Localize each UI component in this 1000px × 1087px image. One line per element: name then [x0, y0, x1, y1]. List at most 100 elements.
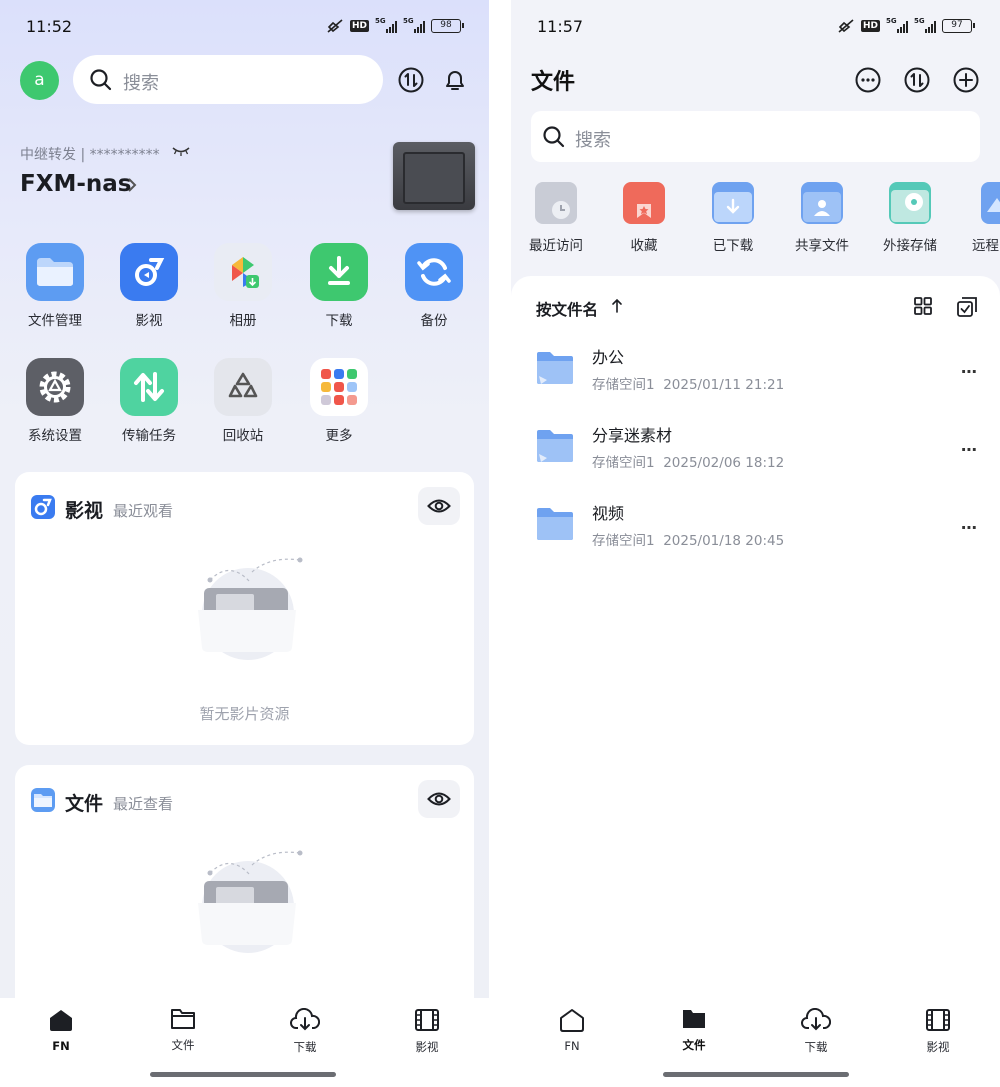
app-photos[interactable]: 相册 — [198, 243, 288, 329]
bell-icon[interactable] — [441, 66, 469, 94]
folder-icon — [537, 352, 573, 384]
recycle-icon — [214, 358, 272, 416]
card-subtitle: 最近查看 — [113, 795, 174, 813]
app-more[interactable]: 更多 — [294, 358, 384, 444]
quick-recent[interactable]: 最近访问 — [516, 182, 596, 254]
card-title: 文件 — [65, 793, 104, 815]
empty-folder-illustration — [198, 850, 303, 953]
tab-files[interactable]: 文件 — [654, 1008, 734, 1053]
tab-media[interactable]: 影视 — [898, 1008, 978, 1055]
eye-icon — [427, 792, 451, 806]
quick-shared[interactable]: 共享文件 — [782, 182, 862, 254]
files-screen: 11:57 HD 5G 5G 97 文件 搜索 最近访问 收藏 已下载 共享文件… — [511, 0, 1000, 1087]
app-file-manager[interactable]: 文件管理 — [10, 243, 100, 329]
tab-fn[interactable]: FN — [21, 1008, 101, 1053]
search-placeholder: 搜索 — [123, 73, 159, 94]
list-item[interactable]: 办公 存储空间1 2025/01/11 21:21 ⋯ — [511, 344, 1000, 422]
search-icon — [543, 126, 565, 148]
film-icon — [31, 495, 55, 519]
remote-icon — [981, 182, 1000, 224]
list-item[interactable]: 分享迷素材 存储空间1 2025/02/06 18:12 ⋯ — [511, 422, 1000, 500]
hd-badge: HD — [860, 20, 880, 32]
list-item[interactable]: 视频 存储空间1 2025/01/18 20:45 ⋯ — [511, 500, 1000, 578]
more-apps-icon — [310, 358, 368, 416]
eye-icon — [427, 499, 451, 513]
more-actions-button[interactable]: ⋯ — [961, 440, 978, 459]
shared-icon — [801, 182, 843, 224]
quick-favorites[interactable]: 收藏 — [604, 182, 684, 254]
mute-icon — [838, 19, 854, 33]
grid-view-icon[interactable] — [913, 296, 933, 316]
transfer-icon[interactable] — [397, 66, 425, 94]
signal-icon: 5G — [375, 17, 397, 33]
bottom-navigation: FN 文件 下载 影视 — [0, 998, 489, 1087]
app-transfer-tasks[interactable]: 传输任务 — [104, 358, 194, 444]
home-icon — [50, 1010, 72, 1031]
settings-icon — [26, 358, 84, 416]
app-settings[interactable]: 系统设置 — [10, 358, 100, 444]
avatar[interactable]: a — [20, 61, 59, 100]
recent-files-card: 文件 最近查看 — [15, 765, 474, 1025]
empty-folder-illustration — [198, 557, 303, 660]
tab-media[interactable]: 影视 — [387, 1008, 467, 1055]
film-strip-icon — [415, 1009, 439, 1031]
card-title: 影视 — [65, 500, 104, 522]
transfer-icon — [120, 358, 178, 416]
search-placeholder: 搜索 — [575, 130, 611, 151]
backup-icon — [405, 243, 463, 301]
more-options-icon[interactable] — [854, 66, 882, 94]
favorite-icon — [623, 182, 665, 224]
home-icon — [560, 1009, 584, 1032]
home-screen: 11:52 HD 5G 5G 98 a 搜索 中继转发 | **********… — [0, 0, 489, 1087]
eye-closed-icon[interactable] — [172, 145, 190, 157]
mute-icon — [327, 19, 343, 33]
tab-fn[interactable]: FN — [532, 1008, 612, 1053]
downloaded-icon — [712, 182, 754, 224]
status-time: 11:52 — [26, 17, 73, 36]
more-actions-button[interactable]: ⋯ — [961, 518, 978, 537]
tab-download[interactable]: 下载 — [265, 1007, 345, 1055]
bottom-navigation: FN 文件 下载 影视 — [511, 998, 1000, 1087]
quick-remote[interactable]: 远程 — [957, 182, 1000, 254]
home-indicator[interactable] — [663, 1072, 849, 1077]
search-input[interactable]: 搜索 — [531, 111, 980, 162]
visibility-toggle-button[interactable] — [418, 487, 460, 525]
folder-icon — [537, 508, 573, 540]
file-name: 视频 — [592, 504, 625, 523]
app-backup[interactable]: 备份 — [389, 243, 479, 329]
folder-icon — [31, 788, 55, 812]
quick-external-storage[interactable]: 外接存储 — [870, 182, 950, 254]
chevron-right-icon[interactable] — [126, 177, 138, 193]
page-title: 文件 — [531, 70, 576, 95]
tab-download[interactable]: 下载 — [776, 1007, 856, 1055]
external-storage-icon — [889, 182, 931, 224]
battery-icon: 98 — [431, 19, 464, 33]
app-media[interactable]: 影视 — [104, 243, 194, 329]
quick-downloaded[interactable]: 已下载 — [693, 182, 773, 254]
file-name: 分享迷素材 — [592, 426, 673, 445]
status-bar: 11:52 HD 5G 5G 98 — [0, 0, 489, 56]
download-icon — [310, 243, 368, 301]
film-strip-icon — [926, 1009, 950, 1031]
add-icon[interactable] — [952, 66, 980, 94]
visibility-toggle-button[interactable] — [418, 780, 460, 818]
file-meta: 存储空间1 2025/02/06 18:12 — [592, 455, 785, 471]
status-bar: 11:57 HD 5G 5G 97 — [511, 0, 1000, 56]
more-actions-button[interactable]: ⋯ — [961, 362, 978, 381]
folder-icon — [537, 430, 573, 462]
download-cloud-icon — [290, 1007, 321, 1031]
nas-device-image — [393, 142, 475, 210]
signal-icon: 5G — [403, 17, 425, 33]
arrow-up-icon[interactable] — [611, 298, 623, 314]
device-name[interactable]: FXM-nas — [20, 171, 131, 197]
sort-button[interactable]: 按文件名 — [536, 298, 598, 320]
multi-select-icon[interactable] — [956, 296, 978, 318]
file-meta: 存储空间1 2025/01/18 20:45 — [592, 533, 785, 549]
home-indicator[interactable] — [150, 1072, 336, 1077]
transfer-icon[interactable] — [903, 66, 931, 94]
file-name: 办公 — [592, 348, 625, 367]
app-recycle-bin[interactable]: 回收站 — [198, 358, 288, 444]
app-download[interactable]: 下载 — [294, 243, 384, 329]
tab-files[interactable]: 文件 — [143, 1008, 223, 1053]
search-input[interactable]: 搜索 — [73, 55, 383, 104]
